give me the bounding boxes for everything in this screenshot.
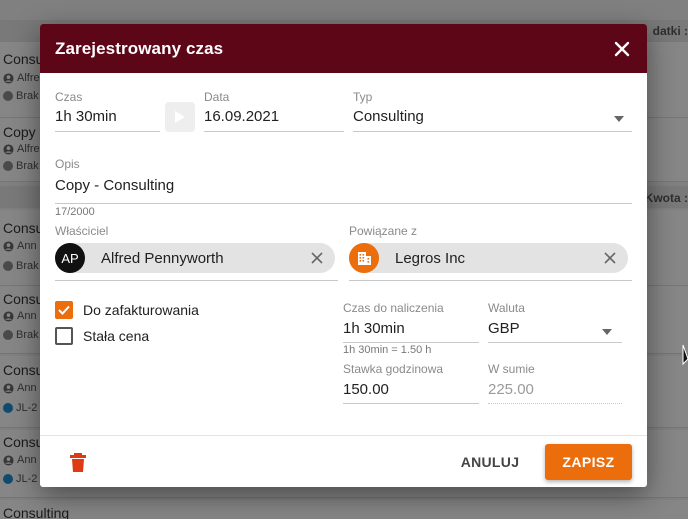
owner-chip[interactable]: AP Alfred Pennyworth [55,243,335,273]
date-underline [204,131,344,132]
related-clear-button[interactable] [598,246,622,270]
description-field[interactable]: Opis Copy - Consulting [55,157,632,204]
fixed-price-label: Stała cena [83,328,150,344]
currency-label: Waluta [488,301,525,315]
currency-underline [488,342,622,343]
dialog-header: Zarejestrowany czas [40,24,647,73]
timer-play-button[interactable] [165,102,195,132]
time-field[interactable]: Czas 1h 30min [55,90,160,132]
related-underline [349,280,632,281]
billable-time-underline [343,342,479,343]
total-label: W sumie [488,362,535,376]
description-counter: 17/2000 [55,206,95,218]
dropdown-arrow-icon [602,329,612,335]
type-value[interactable]: Consulting [353,108,632,125]
billable-time-label: Czas do naliczenia [343,301,444,315]
play-icon [175,111,185,123]
type-select[interactable]: Typ Consulting [353,90,632,132]
date-label: Data [204,90,230,104]
dialog-title: Zarejestrowany czas [55,38,224,58]
description-underline [55,203,632,204]
time-entry-dialog: Zarejestrowany czas Czas 1h 30min Data 1… [40,24,647,487]
owner-clear-button[interactable] [305,246,329,270]
close-icon [614,41,630,56]
fixed-price-checkbox-row[interactable]: Stała cena [55,327,149,345]
delete-button[interactable] [68,452,88,474]
currency-select[interactable]: Waluta GBP [488,301,622,343]
billable-checkbox-row[interactable]: Do zafakturowania [55,301,199,319]
owner-underline [55,280,338,281]
checkmark-icon [58,305,70,315]
hourly-rate-label: Stawka godzinowa [343,362,444,376]
close-button[interactable] [611,38,633,60]
billable-time-value[interactable]: 1h 30min [343,320,479,337]
total-underline [488,403,622,404]
hourly-rate-underline [343,403,479,404]
close-icon [311,252,323,264]
description-value[interactable]: Copy - Consulting [55,177,632,194]
building-icon [358,252,371,265]
fixed-price-checkbox[interactable] [55,327,73,345]
date-value[interactable]: 16.09.2021 [204,108,344,125]
mouse-cursor-icon [682,344,688,366]
owner-label: Właściciel [55,224,109,238]
related-name: Legros Inc [395,249,466,267]
billable-time-hint: 1h 30min = 1.50 h [343,344,432,356]
total-field: W sumie 225.00 [488,362,622,404]
close-icon [604,252,616,264]
company-avatar [349,243,379,273]
trash-icon [70,453,86,472]
footer-divider [40,435,647,436]
time-label: Czas [55,90,83,104]
dropdown-arrow-icon [614,116,624,122]
date-field[interactable]: Data 16.09.2021 [204,90,344,132]
billable-checkbox[interactable] [55,301,73,319]
type-underline [353,131,632,132]
time-underline [55,131,160,132]
hourly-rate-field[interactable]: Stawka godzinowa 150.00 [343,362,479,404]
time-value[interactable]: 1h 30min [55,108,160,125]
save-button[interactable]: ZAPISZ [545,444,632,480]
related-chip[interactable]: Legros Inc [349,243,628,273]
billable-label: Do zafakturowania [83,302,199,318]
hourly-rate-value[interactable]: 150.00 [343,381,479,398]
related-label: Powiązane z [349,224,418,238]
total-value: 225.00 [488,381,534,398]
owner-name: Alfred Pennyworth [101,249,224,267]
type-label: Typ [353,90,373,104]
description-label: Opis [55,157,80,171]
avatar: AP [55,243,85,273]
cancel-button[interactable]: ANULUJ [450,444,530,480]
billable-time-field[interactable]: Czas do naliczenia 1h 30min [343,301,479,343]
